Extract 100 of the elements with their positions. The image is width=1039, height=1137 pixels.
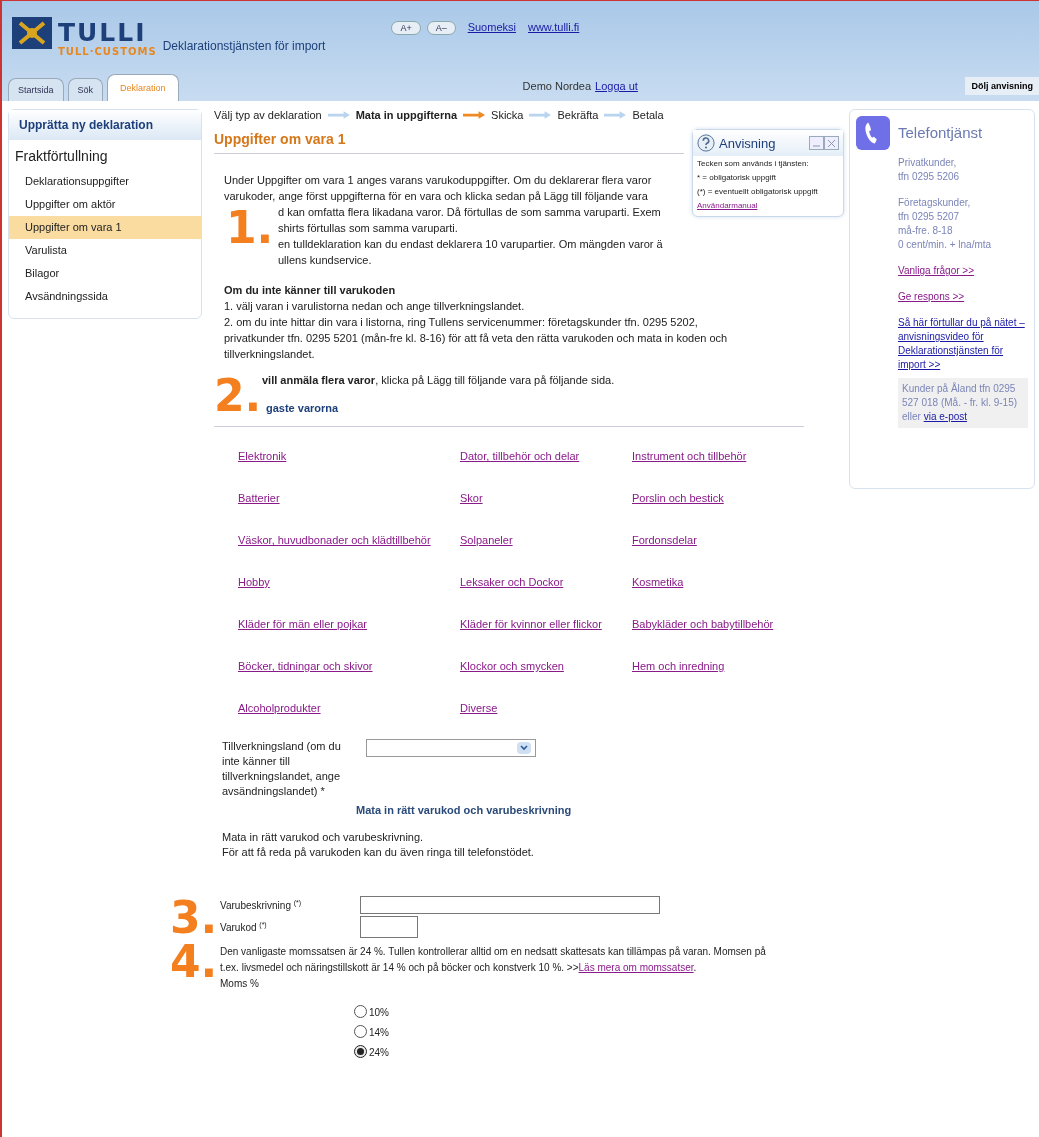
brand-tagline: TULL·CUSTOMS <box>58 46 157 57</box>
sidebar-heading: Upprätta ny deklaration <box>9 110 201 140</box>
country-select[interactable] <box>366 739 536 757</box>
sidebar-item[interactable]: Avsändningssida <box>9 285 201 308</box>
step-arrow-icon <box>327 111 350 119</box>
service-title: Deklarationstjänsten för import <box>162 39 326 53</box>
help-text: (*) = eventuellt obligatorisk uppgift <box>696 186 819 198</box>
category-link[interactable]: Kläder för män eller pojkar <box>238 607 460 649</box>
sidebar-item[interactable]: Uppgifter om vara 1 <box>9 216 201 239</box>
help-text: * = obligatorisk uppgift <box>696 172 777 184</box>
aland-note: Kunder på Åland tfn 0295 527 018 (Må. - fr. kl. 9-15) eller via e-post <box>898 378 1028 428</box>
font-size-button[interactable]: A– <box>426 21 456 35</box>
radio-button[interactable] <box>354 1045 367 1058</box>
font-size-button[interactable]: A+ <box>391 21 421 35</box>
step-label: Skicka <box>491 109 524 121</box>
category-link[interactable]: Klockor och smycken <box>460 649 632 691</box>
logout-link[interactable]: Logga ut <box>595 80 638 92</box>
phone-icon <box>856 116 890 150</box>
radio-label: 24% <box>369 1047 389 1058</box>
section-heading: Mata in rätt varukod och varubeskrivning <box>356 803 572 818</box>
category-link[interactable]: Kosmetika <box>632 565 812 607</box>
text-field[interactable] <box>360 916 418 938</box>
step-number: 3. <box>170 896 219 940</box>
panel-link[interactable]: Så här förtullar du på nätet – anvisningsvideo för Deklarationstjänsten för import >> <box>898 316 1028 372</box>
category-link[interactable]: Hobby <box>238 565 460 607</box>
intro-text-line: ullens kundservice. <box>278 254 372 266</box>
radio-button[interactable] <box>354 1005 367 1018</box>
category-link[interactable]: Solpaneler <box>460 523 632 565</box>
category-link[interactable]: Babykläder och babytillbehör <box>632 607 812 649</box>
emblem-icon <box>12 17 52 49</box>
category-link[interactable]: Diverse <box>460 691 632 733</box>
help-icon <box>697 134 715 152</box>
category-link[interactable]: Alcoholprodukter <box>238 691 460 733</box>
panel-link[interactable]: Vanliga frågor >> <box>898 264 974 278</box>
radio-label: 14% <box>369 1027 389 1038</box>
header-link[interactable]: Suomeksi <box>467 21 516 33</box>
panel-title: Telefontjänst <box>898 124 983 141</box>
instruction-line: 1. välj varan i varulistorna nedan och ange tillverkningslandet. <box>224 299 526 314</box>
intro-text-line: varukoder, ange först uppgifterna för en vara och klicka sedan på Lägg till följande vara <box>224 190 648 202</box>
radio-button[interactable] <box>354 1025 367 1038</box>
step-label: Bekräfta <box>557 109 599 121</box>
window-controls-icon[interactable] <box>809 136 839 150</box>
instruction-line: vill anmäla flera varor, klicka på Lägg till följande vara på följande sida. <box>261 373 616 388</box>
header-link[interactable]: www.tulli.fi <box>527 21 580 33</box>
panel-link[interactable]: Ge respons >> <box>898 290 965 304</box>
field-label: Varubeskrivning $^{(*)}$ <box>220 898 303 912</box>
sidebar-item[interactable]: Bilagor <box>9 262 201 285</box>
manual-link[interactable]: Användarmanual <box>693 198 762 213</box>
step-label: Mata in uppgifterna <box>355 109 458 121</box>
intro-text-line: d kan omfatta flera likadana varor. Då förtullas de som samma varuparti. Exem <box>278 206 661 218</box>
category-link[interactable]: Kläder för kvinnor eller flickor <box>460 607 632 649</box>
category-link[interactable]: Instrument och tillbehör <box>632 439 812 481</box>
radio-label: 10% <box>369 1007 389 1018</box>
instruction-line: tillverkningslandet. <box>224 347 316 362</box>
instruction-line: Mata in rätt varukod och varubeskrivning. <box>222 830 425 845</box>
intro-text-line: Under Uppgifter om vara 1 anges varans varukoduppgifter. Om du deklarerar flera varor <box>224 174 652 186</box>
category-link[interactable]: Väskor, huvudbonader och klädtillbehör <box>238 523 460 565</box>
email-link[interactable]: via e-post <box>923 411 968 422</box>
category-link[interactable]: Hem och inredning <box>632 649 812 691</box>
intro-text-line: shirts förtullas som samma varuparti. <box>278 222 458 234</box>
category-link[interactable]: Leksaker och Dockor <box>460 565 632 607</box>
step-number: 4. <box>170 940 219 984</box>
category-link[interactable]: Batterier <box>238 481 460 523</box>
field-label: Varukod $^{(*)}$ <box>220 920 268 934</box>
user-name: Demo Nordea <box>522 80 592 92</box>
sidebar-item[interactable]: Varulista <box>9 239 201 262</box>
step-label: Välj typ av deklaration <box>214 109 322 121</box>
category-link[interactable]: Fordonsdelar <box>632 523 812 565</box>
text-field[interactable] <box>360 896 660 914</box>
category-link[interactable]: Porslin och bestick <box>632 481 812 523</box>
field-label: Moms % <box>220 977 260 991</box>
contact-info: Privatkunder, tfn 0295 5206 <box>898 156 960 184</box>
step-arrow-icon <box>604 111 627 119</box>
step-arrow-icon <box>463 111 486 119</box>
sidebar-group-title: Fraktförtullning <box>14 147 109 166</box>
sidebar-item[interactable]: Uppgifter om aktör <box>9 193 201 216</box>
vat-paragraph: Den vanligaste momssatsen är 24 %. Tullen kontrollerar alltid om en nedsatt skattesats kan tillämpas på varan. Momsen på t.ex. livsmedel och näringstillskott är 14 % och på böcker och konstverk 10 %. >>Läs mera om momssatser. <box>220 945 767 975</box>
step-arrow-icon <box>529 111 552 119</box>
hide-help-button[interactable]: Dölj anvisning <box>965 77 1039 95</box>
category-link[interactable]: Skor <box>460 481 632 523</box>
contact-info: Företagskunder, tfn 0295 5207 må-fre. 8-18 0 cent/min. + lna/mta <box>898 196 992 252</box>
vat-link[interactable]: Läs mera om momssatser <box>578 962 694 973</box>
page-title: Uppgifter om vara 1 <box>214 131 684 154</box>
field-label: Tillverkningsland (om du inte känner till tillverkningslandet, ange avsändningslandet) * <box>222 739 342 799</box>
sidebar-item[interactable]: Deklarationsuppgifter <box>9 170 201 193</box>
step-label: Betala <box>632 109 664 121</box>
help-text: Tecken som används i tjänsten: <box>696 158 810 170</box>
category-link[interactable]: Böcker, tidningar och skivor <box>238 649 460 691</box>
instruction-line: privatkunder tfn. 0295 5201 (mån-fre kl. 8-16) för att få veta den rätta varukoden och mata in koden och <box>224 331 729 346</box>
category-link[interactable]: Elektronik <box>238 439 460 481</box>
category-link[interactable]: Dator, tillbehör och delar <box>460 439 632 481</box>
chevron-icon <box>517 742 531 754</box>
brand-name: TULLI <box>58 20 148 46</box>
instruction-line: För att få reda på varukoden kan du även ringa till telefonstödet. <box>222 845 535 860</box>
instruction-line: 2. om du inte hittar din vara i listorna, ring Tullens servicenummer: företagskunder tfn. 0295 5202, <box>224 315 699 330</box>
popup-title: Anvisning <box>719 135 776 151</box>
section-heading: Om du inte känner till varukoden <box>224 283 397 298</box>
nav-tab[interactable]: Sök <box>67 78 104 101</box>
nav-tab[interactable]: Startsida <box>8 78 64 101</box>
section-heading: gaste varorna <box>265 401 340 416</box>
